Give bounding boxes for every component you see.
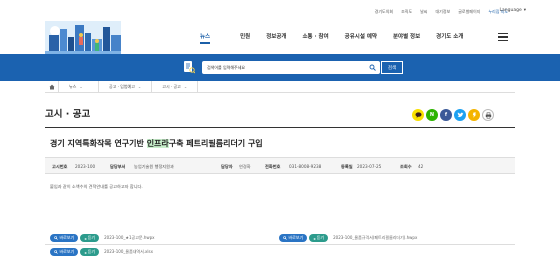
meta-value: 2023-07-25	[357, 164, 382, 169]
post-title: 경기 지역특화작목 연구기반 인프라구축 페트리필름리더기 구입	[50, 138, 263, 149]
view-button[interactable]: 바로보기	[50, 248, 79, 256]
meta-label: 담당부서	[110, 164, 126, 169]
view-button-label: 바로보기	[59, 249, 75, 254]
facebook-icon[interactable]: f	[440, 109, 452, 121]
utility-links: 경기도의회 조직도 날씨 대기정보 글로벌페이지 누리집 지도	[375, 9, 508, 15]
breadcrumb: 뉴스 ⌄ 공고 · 입법예고 ⌄ 고시 · 공고 ⌄	[45, 80, 515, 93]
share-icons: N f	[412, 109, 494, 121]
speaker-icon: ◂	[84, 235, 87, 241]
header-illustration	[45, 21, 121, 55]
nav-item-disclosure[interactable]: 정보공개	[258, 32, 294, 40]
nav-item-about[interactable]: 경기도 소개	[428, 32, 471, 40]
kakaotalk-icon[interactable]	[412, 109, 424, 121]
attachment-item: 바로보기 ◂ 듣기 2023-100_★1공고문.hwpx	[50, 234, 155, 242]
utility-link[interactable]: 대기정보	[436, 9, 451, 15]
download-button-label: 듣기	[316, 235, 325, 240]
view-button-label: 바로보기	[59, 235, 75, 240]
post-title-highlight: 인프라	[146, 139, 169, 148]
utility-link[interactable]: 날씨	[420, 9, 427, 15]
breadcrumb-label: 뉴스	[69, 83, 77, 89]
language-label: Language	[499, 8, 522, 13]
download-button[interactable]: ◂ 듣기	[80, 248, 100, 256]
page-title: 고시 · 공고	[45, 109, 91, 120]
chevron-down-icon: ▾	[523, 8, 526, 13]
kakaostory-icon[interactable]	[468, 109, 480, 121]
print-icon[interactable]	[482, 109, 494, 121]
meta-label: 고시번호	[52, 164, 68, 169]
attachment-item: 바로보기 ◂ 듣기 2023-100_물품내역서.xlsx	[50, 248, 153, 256]
speaker-icon: ◂	[313, 235, 316, 241]
attachment-filename[interactable]: 2023-100_물품규격서(페트리필름리더기).hwpx	[333, 235, 417, 241]
nav-item-news[interactable]: 뉴스	[192, 32, 218, 44]
meta-label: 담당자	[221, 164, 233, 169]
nav-item-facility[interactable]: 공유시설 예약	[337, 32, 385, 40]
nav-item-field-info[interactable]: 분야별 정보	[385, 32, 428, 40]
menu-icon[interactable]	[498, 33, 508, 41]
meta-label: 조회수	[400, 164, 412, 169]
main-nav: 뉴스 민원 정보공개 소통 · 참여 공유시설 예약 분야별 정보 경기도 소개	[192, 32, 471, 44]
breadcrumb-item[interactable]: 뉴스 ⌄	[59, 80, 99, 93]
site-header: 뉴스 민원 정보공개 소통 · 참여 공유시설 예약 분야별 정보 경기도 소개	[0, 18, 560, 55]
chevron-down-icon: ⌄	[79, 84, 83, 89]
meta-value: 연경화	[239, 164, 251, 169]
download-button[interactable]: ◂ 듣기	[309, 234, 329, 242]
meta-label: 등록일	[341, 164, 353, 169]
title-divider	[45, 127, 515, 128]
home-icon[interactable]	[45, 80, 59, 93]
post-body: 붙임과 같이 소액수의 견적안내를 공고하고자 합니다.	[50, 184, 143, 189]
attachment-filename[interactable]: 2023-100_★1공고문.hwpx	[104, 235, 154, 241]
search-box	[202, 61, 380, 74]
utility-link[interactable]: 글로벌페이지	[458, 9, 480, 15]
naver-icon[interactable]: N	[426, 109, 438, 121]
twitter-icon[interactable]	[454, 109, 466, 121]
view-button-label: 바로보기	[288, 235, 304, 240]
chevron-down-icon: ⌄	[137, 84, 142, 89]
attachment-item: 바로보기 ◂ 듣기 2023-100_물품규격서(페트리필름리더기).hwpx	[279, 234, 417, 242]
download-button-label: 듣기	[87, 235, 96, 240]
speaker-icon: ◂	[84, 249, 87, 255]
download-button[interactable]: ◂ 듣기	[80, 234, 100, 242]
attachment-divider	[45, 244, 515, 245]
nav-item-participation[interactable]: 소통 · 참여	[295, 32, 337, 40]
post-meta: 고시번호 2023-100 담당부서 농업기술원 행정지원과 담당자 연경화 전…	[45, 157, 515, 174]
breadcrumb-label: 고시 · 공고	[162, 83, 181, 89]
breadcrumb-item[interactable]: 공고 · 입법예고 ⌄	[99, 80, 153, 93]
attachment-filename[interactable]: 2023-100_물품내역서.xlsx	[104, 249, 153, 255]
breadcrumb-item[interactable]: 고시 · 공고 ⌄	[152, 80, 199, 93]
utility-link[interactable]: 경기도의회	[375, 9, 393, 15]
search-button[interactable]: 검색	[381, 61, 403, 74]
search-input[interactable]	[202, 61, 362, 74]
download-button-label: 듣기	[87, 249, 96, 254]
search-band: 검색	[0, 54, 560, 81]
chevron-down-icon: ⌄	[183, 84, 188, 89]
meta-value: 2023-100	[75, 164, 96, 169]
view-button[interactable]: 바로보기	[50, 234, 79, 242]
search-guide-icon	[183, 60, 196, 74]
meta-value: 42	[418, 164, 424, 169]
breadcrumb-label: 공고 · 입법예고	[109, 83, 135, 89]
nav-item-civil[interactable]: 민원	[232, 32, 258, 40]
post-title-text: 경기 지역특화작목 연구기반	[50, 139, 147, 148]
view-button[interactable]: 바로보기	[279, 234, 308, 242]
utility-link[interactable]: 조직도	[401, 9, 412, 15]
meta-label: 전화번호	[265, 164, 281, 169]
search-icon[interactable]	[369, 64, 376, 73]
language-selector[interactable]: Language ▾	[500, 8, 526, 13]
meta-value: 농업기술원 행정지원과	[134, 164, 174, 169]
post-title-text: 구축 페트리필름리더기 구입	[168, 139, 263, 148]
meta-value: 031-8008-9238	[289, 164, 322, 169]
